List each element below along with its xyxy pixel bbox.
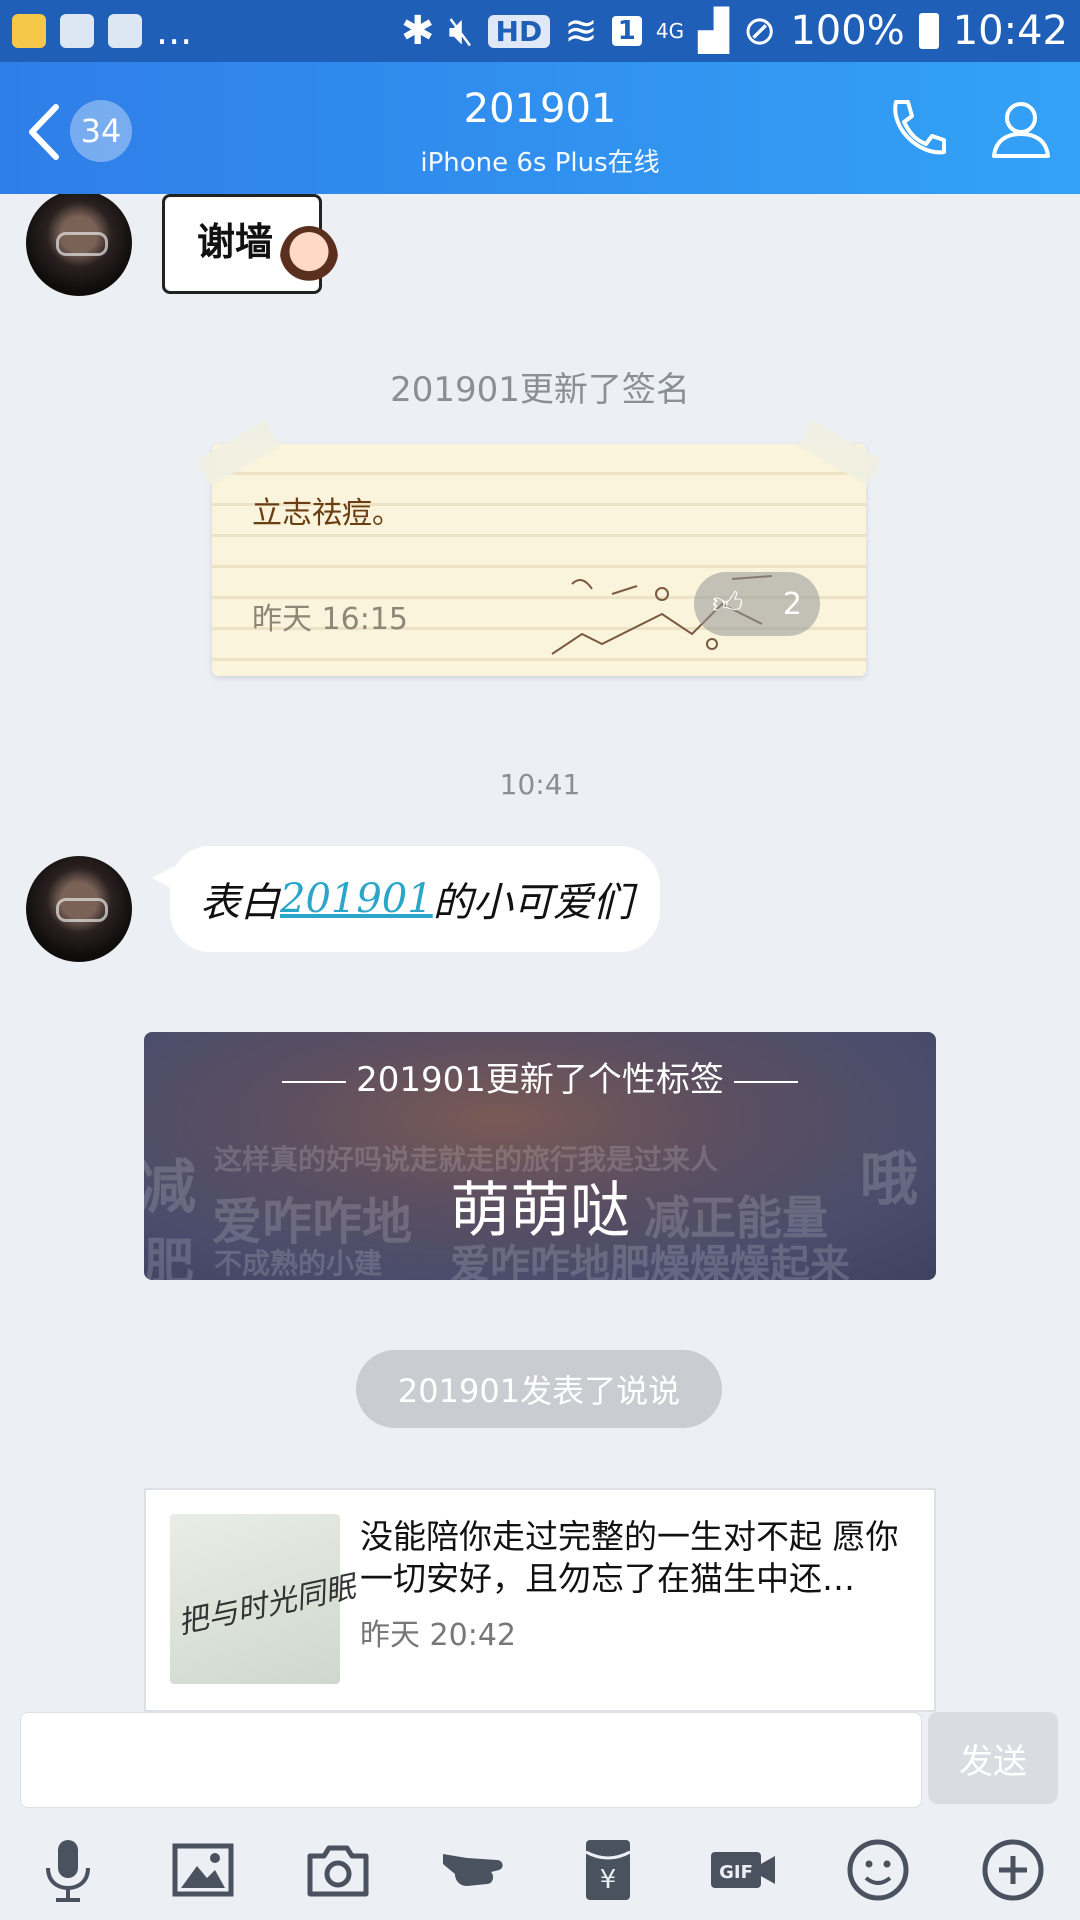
camera-icon bbox=[307, 1845, 368, 1897]
red-packet-icon: ¥ bbox=[584, 1840, 631, 1900]
message-input[interactable] bbox=[20, 1712, 922, 1808]
battery-percent: 100% bbox=[790, 8, 905, 54]
image-icon bbox=[172, 1843, 233, 1897]
microphone-icon bbox=[45, 1840, 90, 1902]
chat-toolbar: ¥ GIF bbox=[0, 1820, 1080, 1920]
svg-text:¥: ¥ bbox=[599, 1865, 616, 1895]
emoji-button[interactable] bbox=[838, 1830, 918, 1910]
chat-area[interactable]: 谢墙 201901更新了签名 立志祛痘。 昨天 16:15 👍︎ 2 10:41… bbox=[0, 194, 1080, 1712]
post-thumbnail: 把与时光同眠 bbox=[170, 1514, 358, 1684]
gif-icon: GIF bbox=[710, 1852, 775, 1888]
post-card[interactable]: 把与时光同眠 没能陪你走过完整的一生对不起 愿你一切安好，且勿忘了在猫生中还… … bbox=[144, 1488, 936, 1712]
mention-link[interactable]: 201901 bbox=[280, 876, 433, 922]
svg-text:GIF: GIF bbox=[719, 1862, 753, 1883]
note-tape bbox=[797, 420, 883, 486]
voice-button[interactable] bbox=[28, 1830, 108, 1910]
message-timestamp: 10:41 bbox=[499, 768, 581, 801]
hd-badge: HD bbox=[487, 14, 551, 48]
thumbs-up-icon: 👍︎ bbox=[712, 586, 744, 621]
signature-update-notice: 201901更新了签名 bbox=[390, 370, 690, 410]
bluetooth-icon: ✱ bbox=[400, 8, 435, 54]
wifi-icon: ≋ bbox=[564, 8, 598, 54]
signature-card[interactable]: 立志祛痘。 昨天 16:15 👍︎ 2 bbox=[195, 420, 883, 676]
phone-call-icon[interactable] bbox=[880, 94, 950, 164]
gif-button[interactable]: GIF bbox=[703, 1830, 783, 1910]
emoji-icon bbox=[847, 1839, 908, 1901]
post-thumbnail-text: 把与时光同眠 bbox=[175, 1569, 359, 1642]
send-button[interactable]: 发送 bbox=[928, 1712, 1058, 1804]
personal-tag-card[interactable]: 减 这样真的好吗说走就走的旅行我是过来人 哦 爱咋咋地 减正能量 肥 不成熟的小… bbox=[144, 1032, 936, 1280]
camera-button[interactable] bbox=[298, 1830, 378, 1910]
post-notice: 201901发表了说说 bbox=[356, 1350, 722, 1428]
more-button[interactable] bbox=[973, 1830, 1053, 1910]
profile-icon[interactable] bbox=[986, 94, 1056, 164]
app-notification-icon bbox=[12, 14, 46, 48]
contact-avatar[interactable] bbox=[26, 194, 132, 296]
image-button[interactable] bbox=[163, 1830, 243, 1910]
clock: 10:42 bbox=[952, 8, 1068, 54]
signature-text: 立志祛痘。 bbox=[252, 496, 402, 531]
battery-icon bbox=[918, 13, 939, 49]
poke-icon bbox=[442, 1854, 503, 1886]
message-text-before: 表白 bbox=[200, 880, 280, 926]
sim-badge: 1 bbox=[611, 16, 642, 46]
do-not-disturb-icon: ⊘ bbox=[742, 8, 777, 54]
like-count: 2 bbox=[782, 586, 802, 622]
signal-icon: ▟ bbox=[698, 8, 729, 54]
more-notifications: ... bbox=[156, 9, 193, 53]
plus-icon bbox=[982, 1839, 1043, 1901]
sticker-text: 谢墙 bbox=[197, 219, 274, 264]
message-bubble[interactable]: 表白 201901 的小可爱们 bbox=[152, 846, 660, 952]
contact-avatar[interactable] bbox=[26, 856, 132, 962]
list-notification-icon bbox=[108, 14, 142, 48]
network-type: 4G bbox=[655, 19, 685, 43]
tag-card-title: 201901更新了个性标签 bbox=[144, 1052, 936, 1101]
post-time: 昨天 20:42 bbox=[360, 1618, 516, 1653]
status-bar: ... ✱ 🔇︎ HD ≋ 1 4G ▟ ⊘ 100% 10:42 bbox=[0, 0, 1080, 62]
poke-button[interactable] bbox=[433, 1830, 513, 1910]
like-button[interactable]: 👍︎ 2 bbox=[694, 572, 820, 636]
message-text-after: 的小可爱们 bbox=[432, 880, 633, 926]
post-text: 没能陪你走过完整的一生对不起 愿你一切安好，且勿忘了在猫生中还… bbox=[360, 1517, 899, 1598]
chat-header: 34 201901 iPhone 6s Plus在线 bbox=[0, 62, 1080, 194]
tag-card-title-text: 201901更新了个性标签 bbox=[356, 1060, 724, 1100]
note-tape bbox=[195, 420, 281, 486]
tag-card-main: 萌萌哒 bbox=[450, 1176, 630, 1246]
sticker-character bbox=[280, 226, 338, 290]
red-packet-button[interactable]: ¥ bbox=[568, 1830, 648, 1910]
input-bar: 发送 bbox=[0, 1712, 1080, 1820]
mute-icon: 🔇︎ bbox=[448, 8, 474, 54]
gallery-notification-icon bbox=[60, 14, 94, 48]
signature-time: 昨天 16:15 bbox=[252, 602, 408, 637]
